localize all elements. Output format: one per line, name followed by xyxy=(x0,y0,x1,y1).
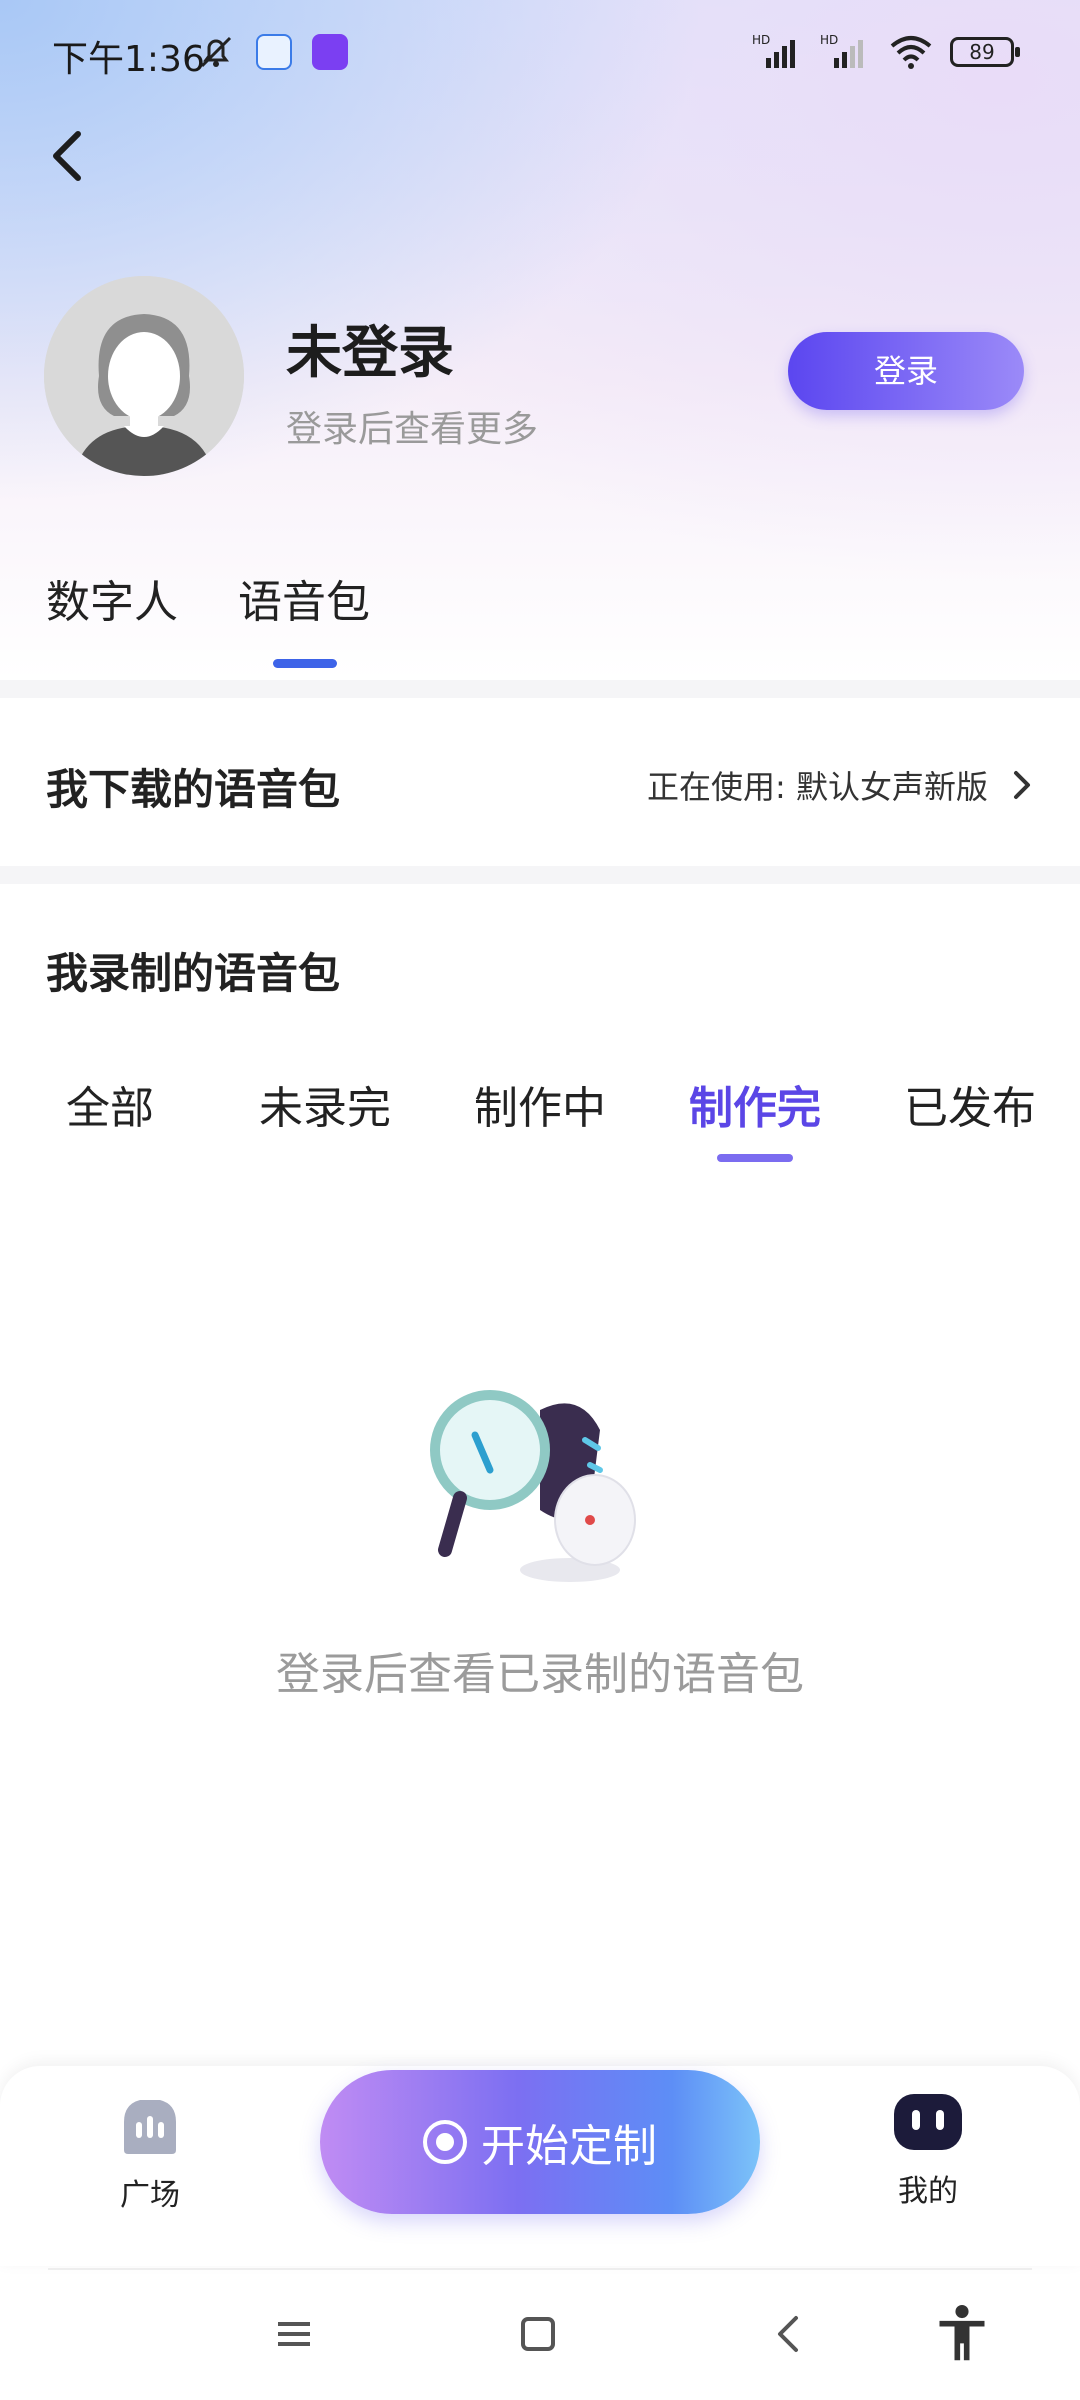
empty-state-illustration xyxy=(430,1390,636,1582)
app-shortcut-icon xyxy=(312,34,348,70)
chevron-left-icon xyxy=(53,131,81,181)
status-right-icons: HD HD 89 xyxy=(752,32,1020,72)
system-nav-divider xyxy=(48,2268,1032,2270)
status-bar: 下午1:36 HD HD 89 xyxy=(0,0,1080,104)
nav-mine-label: 我的 xyxy=(898,2174,958,2209)
tab-digital-human[interactable]: 数字人 xyxy=(46,566,178,630)
nav-mine[interactable]: 我的 xyxy=(868,2090,988,2210)
accessibility-icon[interactable] xyxy=(934,2304,990,2364)
nav-plaza[interactable]: 广场 xyxy=(90,2094,210,2214)
nav-plaza-label: 广场 xyxy=(120,2178,180,2213)
filter-tab-completed[interactable]: 制作完 xyxy=(645,1072,865,1136)
app-notification-icon xyxy=(256,34,292,70)
section-divider xyxy=(0,680,1080,698)
current-voice-link[interactable]: 正在使用: 默认女声新版 xyxy=(647,762,1032,808)
record-icon xyxy=(423,2120,467,2164)
svg-text:HD: HD xyxy=(752,33,770,47)
filter-tab-published[interactable]: 已发布 xyxy=(860,1072,1080,1136)
downloaded-section-title: 我下载的语音包 xyxy=(46,765,341,814)
wifi-icon xyxy=(890,36,932,69)
active-filter-indicator xyxy=(717,1154,793,1162)
default-avatar-icon xyxy=(44,276,244,476)
recorded-section-title: 我录制的语音包 xyxy=(46,949,341,998)
avatar[interactable] xyxy=(44,276,244,476)
plaza-icon xyxy=(124,2100,176,2154)
status-left-icons xyxy=(196,32,348,72)
battery-icon: 89 xyxy=(950,37,1020,67)
tab-voice-pack[interactable]: 语音包 xyxy=(238,566,370,668)
signal-2-icon: HD xyxy=(820,33,863,68)
menu-icon[interactable] xyxy=(274,2304,314,2364)
filter-tab-in-progress[interactable]: 制作中 xyxy=(430,1072,650,1136)
current-voice-label: 正在使用: 默认女声新版 xyxy=(647,768,988,806)
empty-state-message: 登录后查看已录制的语音包 xyxy=(276,1649,804,1700)
section-divider xyxy=(0,866,1080,884)
main-tabs: 数字人 语音包 xyxy=(46,566,370,668)
start-customize-label: 开始定制 xyxy=(481,2121,657,2172)
user-subtitle: 登录后查看更多 xyxy=(286,409,539,450)
chevron-right-icon xyxy=(1014,771,1030,799)
login-button[interactable]: 登录 xyxy=(788,332,1024,410)
status-time: 下午1:36 xyxy=(52,39,205,80)
svg-text:HD: HD xyxy=(820,33,838,47)
start-customize-button[interactable]: 开始定制 xyxy=(320,2070,760,2214)
mine-robot-icon xyxy=(894,2094,962,2150)
user-name: 未登录 xyxy=(286,321,454,386)
system-back-icon[interactable] xyxy=(768,2304,808,2364)
mute-bell-icon xyxy=(200,36,232,68)
filter-tab-unfinished[interactable]: 未录完 xyxy=(215,1072,435,1136)
home-square-icon[interactable] xyxy=(518,2304,558,2364)
recorded-filter-tabs: 全部 未录完 制作中 制作完 已发布 xyxy=(0,1072,1080,1152)
signal-1-icon: HD xyxy=(752,33,795,68)
filter-tab-all[interactable]: 全部 xyxy=(0,1072,220,1136)
back-button[interactable] xyxy=(44,124,92,188)
